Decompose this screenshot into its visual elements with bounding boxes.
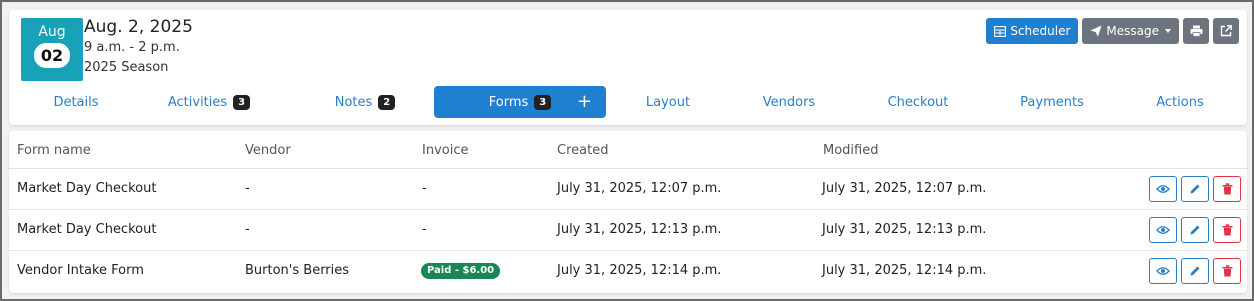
delete-button[interactable]: [1213, 176, 1241, 202]
tab-label: Activities: [167, 94, 228, 110]
event-date: Aug. 2, 2025: [84, 17, 193, 37]
tab-actions[interactable]: Actions: [1135, 86, 1225, 118]
external-link-icon: [1220, 25, 1232, 37]
created-cell: July 31, 2025, 12:07 p.m.: [557, 181, 722, 196]
app-frame: Aug 02 Aug. 2, 2025 9 a.m. - 2 p.m. 2025…: [0, 0, 1254, 301]
paper-plane-icon: [1090, 25, 1102, 37]
invoice-cell: -: [422, 181, 427, 196]
tab-label: Details: [53, 94, 99, 110]
column-header-modified[interactable]: Modified: [823, 143, 878, 158]
tab-count-badge: 3: [534, 94, 552, 110]
tab-count-badge: 3: [233, 94, 251, 110]
scheduler-button[interactable]: Scheduler: [986, 18, 1079, 44]
tab-count-badge: 2: [378, 94, 396, 110]
vendor-cell: -: [245, 181, 250, 196]
delete-button[interactable]: [1213, 258, 1241, 284]
tab-label: Layout: [645, 94, 691, 110]
printer-icon: [1190, 25, 1203, 37]
modified-cell: July 31, 2025, 12:07 p.m.: [822, 181, 987, 196]
eye-icon: [1156, 266, 1170, 276]
tab-label: Payments: [1020, 94, 1084, 110]
tab-layout[interactable]: Layout: [623, 86, 713, 118]
tab-activities[interactable]: Activities 3: [159, 86, 259, 118]
table-row: Vendor Intake Form Burton's Berries Paid…: [9, 251, 1247, 292]
grid-icon: [994, 25, 1007, 37]
form-name-cell[interactable]: Market Day Checkout: [17, 222, 156, 237]
add-form-plus-icon[interactable]: +: [577, 93, 592, 111]
tab-label: Forms: [488, 94, 529, 110]
event-info: Aug. 2, 2025 9 a.m. - 2 p.m. 2025 Season: [84, 16, 193, 78]
message-button-label: Message: [1106, 24, 1159, 38]
open-external-button[interactable]: [1213, 18, 1239, 44]
trash-icon: [1222, 183, 1233, 195]
date-badge: Aug 02: [21, 18, 83, 81]
view-button[interactable]: [1149, 176, 1177, 202]
tab-label: Checkout: [887, 94, 949, 110]
vendor-cell: -: [245, 222, 250, 237]
column-header-invoice[interactable]: Invoice: [422, 143, 468, 158]
pencil-icon: [1189, 265, 1201, 277]
eye-icon: [1156, 184, 1170, 194]
event-tabs: Details Activities 3 Notes 2 Forms 3 + L…: [9, 86, 1247, 118]
tab-label: Vendors: [762, 94, 816, 110]
row-actions: [1149, 176, 1241, 202]
message-dropdown-button[interactable]: Message: [1082, 18, 1179, 44]
forms-table: Form name Vendor Invoice Created Modifie…: [9, 131, 1247, 293]
modified-cell: July 31, 2025, 12:13 p.m.: [822, 222, 987, 237]
table-row: Market Day Checkout - - July 31, 2025, 1…: [9, 210, 1247, 251]
trash-icon: [1222, 224, 1233, 236]
header-toolbar: Scheduler Message: [986, 18, 1239, 44]
tab-label: Actions: [1156, 94, 1204, 110]
print-button[interactable]: [1183, 18, 1209, 44]
tab-notes[interactable]: Notes 2: [315, 86, 415, 118]
table-header: Form name Vendor Invoice Created Modifie…: [9, 131, 1247, 169]
edit-button[interactable]: [1181, 217, 1209, 243]
edit-button[interactable]: [1181, 258, 1209, 284]
column-header-form-name[interactable]: Form name: [17, 143, 91, 158]
modified-cell: July 31, 2025, 12:14 p.m.: [822, 263, 987, 278]
event-season: 2025 Season: [84, 60, 169, 75]
invoice-cell: -: [422, 222, 427, 237]
form-name-cell[interactable]: Market Day Checkout: [17, 181, 156, 196]
tab-vendors[interactable]: Vendors: [744, 86, 834, 118]
date-badge-month: Aug: [38, 24, 66, 40]
caret-down-icon: [1165, 29, 1171, 33]
tab-forms[interactable]: Forms 3 +: [434, 86, 606, 118]
created-cell: July 31, 2025, 12:14 p.m.: [557, 263, 722, 278]
eye-icon: [1156, 225, 1170, 235]
table-row: Market Day Checkout - - July 31, 2025, 1…: [9, 169, 1247, 210]
tab-checkout[interactable]: Checkout: [873, 86, 963, 118]
vendor-cell: Burton's Berries: [245, 263, 350, 278]
event-time: 9 a.m. - 2 p.m.: [84, 40, 180, 55]
created-cell: July 31, 2025, 12:13 p.m.: [557, 222, 722, 237]
row-actions: [1149, 258, 1241, 284]
event-header: Aug 02 Aug. 2, 2025 9 a.m. - 2 p.m. 2025…: [9, 10, 1247, 125]
date-badge-day: 02: [34, 43, 70, 68]
pencil-icon: [1189, 224, 1201, 236]
delete-button[interactable]: [1213, 217, 1241, 243]
view-button[interactable]: [1149, 217, 1177, 243]
column-header-created[interactable]: Created: [557, 143, 608, 158]
trash-icon: [1222, 265, 1233, 277]
scheduler-button-label: Scheduler: [1010, 24, 1071, 38]
view-button[interactable]: [1149, 258, 1177, 284]
column-header-vendor[interactable]: Vendor: [245, 143, 291, 158]
edit-button[interactable]: [1181, 176, 1209, 202]
row-actions: [1149, 217, 1241, 243]
paid-status-badge[interactable]: Paid - $6.00: [421, 263, 501, 279]
tab-label: Notes: [334, 94, 373, 110]
tab-payments[interactable]: Payments: [1005, 86, 1099, 118]
form-name-cell[interactable]: Vendor Intake Form: [17, 263, 144, 278]
tab-details[interactable]: Details: [29, 86, 123, 118]
pencil-icon: [1189, 183, 1201, 195]
